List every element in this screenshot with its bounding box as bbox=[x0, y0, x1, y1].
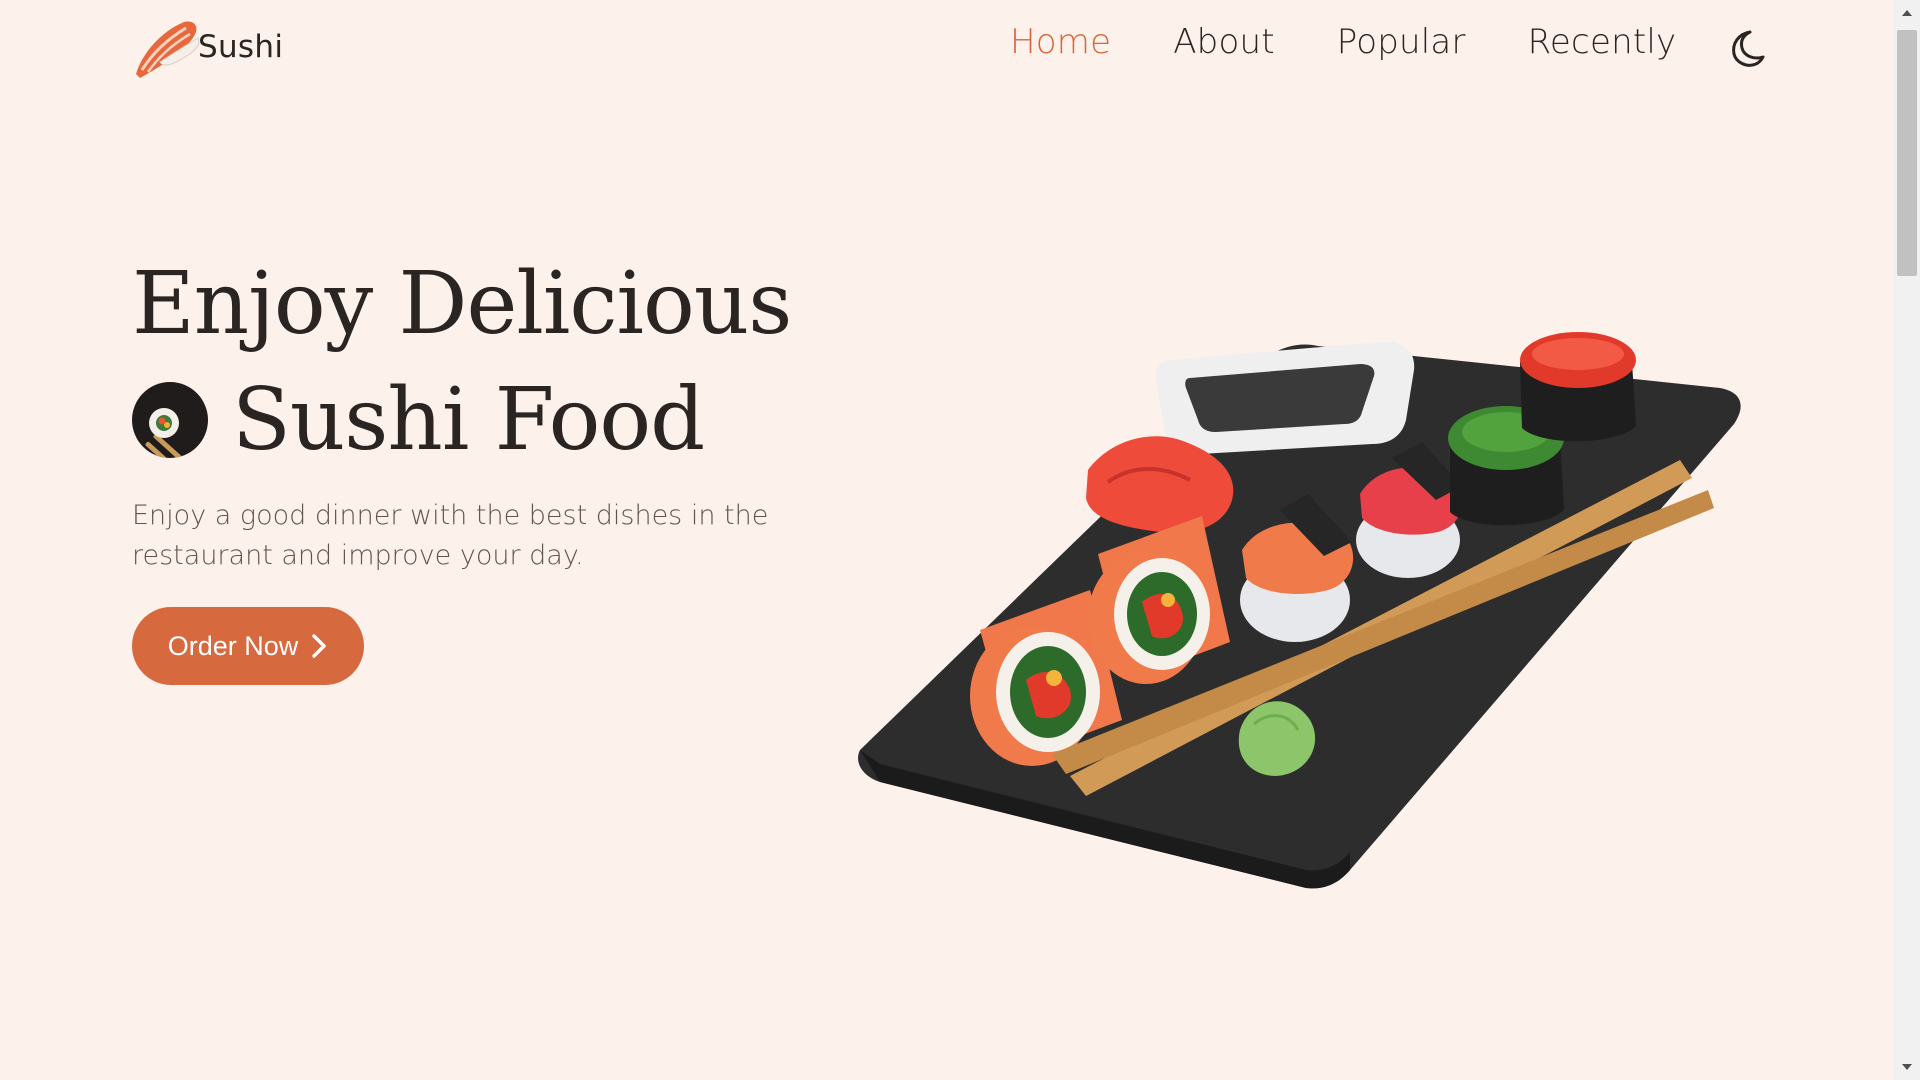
scroll-down-arrow-icon[interactable] bbox=[1894, 1054, 1920, 1080]
logo-link[interactable]: Sushi bbox=[132, 14, 283, 80]
nav-about[interactable]: About bbox=[1173, 22, 1275, 62]
sushi-logo-icon bbox=[136, 21, 200, 78]
scrollbar[interactable] bbox=[1894, 0, 1920, 1080]
hero-title-line-2-text: Sushi Food bbox=[232, 370, 705, 470]
hero-title: Enjoy Delicious Sushi Food bbox=[132, 246, 852, 478]
hero-title-line-1: Enjoy Delicious bbox=[132, 254, 792, 354]
main-nav: Home About Popular Recently bbox=[1010, 22, 1738, 62]
order-now-label: Order Now bbox=[167, 630, 299, 661]
nav-popular[interactable]: Popular bbox=[1337, 22, 1466, 62]
sushi-roll-badge-icon bbox=[132, 382, 208, 458]
nav-recently[interactable]: Recently bbox=[1528, 22, 1677, 62]
scroll-up-arrow-icon[interactable] bbox=[1894, 0, 1920, 26]
order-now-button[interactable]: Order Now bbox=[132, 607, 364, 685]
moon-icon[interactable] bbox=[1724, 28, 1766, 70]
nav-home[interactable]: Home bbox=[1010, 22, 1111, 62]
site-header: Sushi Home About Popular Recently bbox=[0, 0, 1894, 100]
chevron-right-icon bbox=[310, 633, 328, 659]
brand-name: Sushi bbox=[198, 29, 284, 65]
hero-description: Enjoy a good dinner with the best dishes… bbox=[132, 500, 769, 571]
scrollbar-thumb[interactable] bbox=[1897, 30, 1917, 276]
sushi-platter-image bbox=[858, 332, 1741, 889]
hero-title-line-2: Sushi Food bbox=[132, 362, 852, 478]
